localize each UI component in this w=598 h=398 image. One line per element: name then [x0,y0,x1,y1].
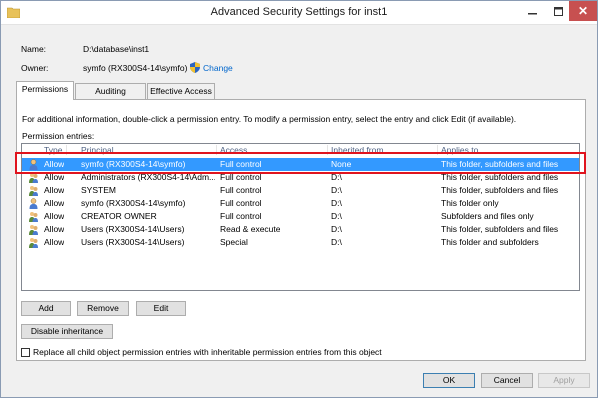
entry-inherited-from: None [331,159,352,169]
permission-entries-list[interactable]: Type Principal Access Inherited from App… [21,143,580,291]
title-bar[interactable]: Advanced Security Settings for inst1 ✕ [1,1,597,25]
owner-label: Owner: [21,63,49,73]
cancel-button[interactable]: Cancel [481,373,533,388]
entry-applies-to: This folder, subfolders and files [441,224,559,234]
window-title: Advanced Security Settings for inst1 [210,6,388,18]
entry-access: Full control [220,211,262,221]
column-header-applies-to[interactable]: Applies to [441,145,478,155]
entry-access: Full control [220,185,262,195]
edit-button[interactable]: Edit [136,301,186,316]
entry-access: Full control [220,159,262,169]
entry-access: Full control [220,198,262,208]
entry-type: Allow [44,237,65,247]
single-user-icon [29,159,38,170]
permission-entry-row[interactable]: Allow Users (RX300S4-14\Users) Special D… [22,236,579,249]
replace-child-permissions-label[interactable]: Replace all child object permission entr… [33,347,382,357]
permission-entry-row[interactable]: Allow Administrators (RX300S4-14\Adm... … [22,171,579,184]
group-icon [29,225,38,235]
ok-button[interactable]: OK [423,373,475,388]
entry-inherited-from: D:\ [331,198,342,208]
permission-entry-row[interactable]: Allow symfo (RX300S4-14\symfo) Full cont… [22,197,579,210]
remove-button[interactable]: Remove [77,301,129,316]
single-user-icon [29,198,38,209]
permissions-tab-panel: For additional information, double-click… [16,99,586,361]
entry-applies-to: Subfolders and files only [441,211,534,221]
maximize-button[interactable] [545,1,571,21]
tab-permissions[interactable]: Permissions [16,81,74,100]
advanced-security-settings-window: Advanced Security Settings for inst1 ✕ N… [0,0,598,398]
entry-applies-to: This folder, subfolders and files [441,159,559,169]
entry-inherited-from: D:\ [331,185,342,195]
add-button[interactable]: Add [21,301,71,316]
minimize-icon [527,12,537,14]
maximize-icon [553,6,563,16]
tab-effective-access[interactable]: Effective Access [147,83,215,100]
info-text: For additional information, double-click… [22,114,517,124]
group-icon [29,212,38,222]
permission-entry-row[interactable]: Allow SYSTEM Full control D:\ This folde… [22,184,579,197]
entry-principal: Administrators (RX300S4-14\Adm... [81,172,215,182]
entry-type: Allow [44,172,65,182]
entry-type: Allow [44,185,65,195]
entry-applies-to: This folder, subfolders and files [441,185,559,195]
entry-principal: symfo (RX300S4-14\symfo) [81,198,186,208]
entry-inherited-from: D:\ [331,237,342,247]
entry-principal: CREATOR OWNER [81,211,157,221]
apply-button[interactable]: Apply [538,373,590,388]
entry-principal: Users (RX300S4-14\Users) [81,237,185,247]
entry-applies-to: This folder, subfolders and files [441,172,559,182]
close-button[interactable]: ✕ [569,1,597,21]
entry-inherited-from: D:\ [331,224,342,234]
entry-principal: symfo (RX300S4-14\symfo) [81,159,186,169]
close-icon: ✕ [577,4,589,18]
entry-applies-to: This folder only [441,198,499,208]
list-header: Type Principal Access Inherited from App… [22,144,579,156]
name-label: Name: [21,44,47,54]
tab-auditing[interactable]: Auditing [75,83,146,100]
owner-value: symfo (RX300S4-14\symfo) [83,63,188,73]
disable-inheritance-button[interactable]: Disable inheritance [21,324,113,339]
column-divider[interactable] [66,145,67,155]
replace-child-permissions-checkbox[interactable] [21,348,30,357]
entry-access: Special [220,237,248,247]
entry-principal: Users (RX300S4-14\Users) [81,224,185,234]
group-icon [29,173,38,183]
permission-entry-row[interactable]: Allow Users (RX300S4-14\Users) Read & ex… [22,223,579,236]
entry-applies-to: This folder and subfolders [441,237,539,247]
entry-type: Allow [44,224,65,234]
permission-entries-label: Permission entries: [22,131,95,141]
change-owner-link[interactable]: Change [203,63,233,73]
permission-entry-row[interactable]: Allow CREATOR OWNER Full control D:\ Sub… [22,210,579,223]
column-header-principal[interactable]: Principal [81,145,114,155]
column-divider[interactable] [437,145,438,155]
entry-inherited-from: D:\ [331,172,342,182]
entry-access: Read & execute [220,224,281,234]
entry-inherited-from: D:\ [331,211,342,221]
entry-type: Allow [44,159,65,169]
group-icon [29,186,38,196]
name-value: D:\database\inst1 [83,44,150,54]
minimize-button[interactable] [519,1,545,21]
column-header-inherited-from[interactable]: Inherited from [331,145,383,155]
column-divider[interactable] [327,145,328,155]
uac-shield-icon [190,62,200,73]
entry-type: Allow [44,211,65,221]
entry-type: Allow [44,198,65,208]
entry-principal: SYSTEM [81,185,116,195]
column-divider[interactable] [216,145,217,155]
entry-access: Full control [220,172,262,182]
column-header-type[interactable]: Type [44,145,62,155]
column-header-access[interactable]: Access [220,145,247,155]
permission-entry-row[interactable]: Allow symfo (RX300S4-14\symfo) Full cont… [22,158,579,171]
group-icon [29,238,38,248]
